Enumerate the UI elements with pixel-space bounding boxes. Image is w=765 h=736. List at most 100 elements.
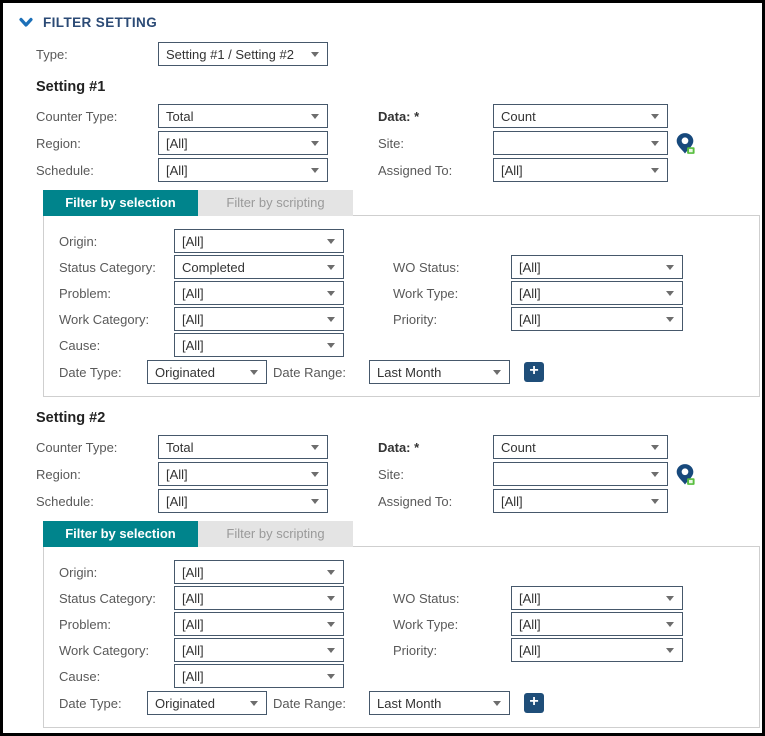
date-row: Date Type: Originated Date Range: Last M… — [44, 691, 759, 715]
dropdown-arrow-icon — [327, 674, 335, 679]
date-range-select[interactable]: Last Month — [369, 360, 510, 384]
dropdown-arrow-icon — [327, 265, 335, 270]
status-category-select[interactable]: Completed — [174, 255, 344, 279]
add-date-filter-button[interactable]: + — [524, 693, 544, 713]
dropdown-arrow-icon — [666, 265, 674, 270]
dropdown-arrow-icon — [250, 701, 258, 706]
cause-row: Cause: [All] — [44, 333, 759, 357]
site-label: Site: — [378, 466, 405, 482]
dropdown-arrow-icon — [311, 445, 319, 450]
problem-label: Problem: — [59, 285, 112, 301]
region-site-row: Region: [All] Site: — [36, 462, 762, 486]
type-select[interactable]: Setting #1 / Setting #2 — [158, 42, 328, 66]
dropdown-arrow-icon — [651, 499, 659, 504]
assigned-to-label: Assigned To: — [378, 162, 453, 178]
filter-by-selection-panel: Origin: [All] Status Category: [All] WO … — [43, 546, 760, 728]
origin-row: Origin: [All] — [44, 560, 759, 584]
assigned-to-select[interactable]: [All] — [493, 158, 668, 182]
wo-status-select[interactable]: [All] — [511, 586, 683, 610]
dropdown-arrow-icon — [327, 570, 335, 575]
dropdown-arrow-icon — [651, 114, 659, 119]
status-category-label: Status Category: — [59, 259, 156, 275]
wo-status-select[interactable]: [All] — [511, 255, 683, 279]
dropdown-arrow-icon — [311, 168, 319, 173]
dropdown-arrow-icon — [311, 499, 319, 504]
region-select[interactable]: [All] — [158, 131, 328, 155]
date-range-label: Date Range: — [273, 364, 346, 380]
tab-filter-by-selection[interactable]: Filter by selection — [43, 190, 198, 216]
origin-label: Origin: — [59, 233, 98, 249]
work-category-label: Work Category: — [59, 642, 150, 658]
region-select[interactable]: [All] — [158, 462, 328, 486]
tab-filter-by-scripting[interactable]: Filter by scripting — [198, 521, 353, 547]
site-select[interactable] — [493, 131, 668, 155]
add-date-filter-button[interactable]: + — [524, 362, 544, 382]
data-select[interactable]: Count — [493, 104, 668, 128]
dropdown-arrow-icon — [651, 445, 659, 450]
dropdown-arrow-icon — [311, 472, 319, 477]
priority-label: Priority: — [393, 311, 438, 327]
filter-setting-window: FILTER SETTING Type: Setting #1 / Settin… — [0, 0, 765, 736]
region-label: Region: — [36, 466, 81, 482]
tab-filter-by-selection[interactable]: Filter by selection — [43, 521, 198, 547]
problem-select[interactable]: [All] — [174, 612, 344, 636]
cause-label: Cause: — [59, 337, 101, 353]
collapse-chevron-icon[interactable] — [19, 17, 35, 28]
work-category-row: Work Category: [All] Priority: [All] — [44, 638, 759, 662]
counter-type-select[interactable]: Total — [158, 435, 328, 459]
priority-select[interactable]: [All] — [511, 307, 683, 331]
filter-by-selection-panel: Origin: [All] Status Category: Completed… — [43, 215, 760, 397]
dropdown-arrow-icon — [327, 596, 335, 601]
date-type-select[interactable]: Originated — [147, 691, 267, 715]
setting-2-heading: Setting #2 — [36, 410, 106, 426]
date-row: Date Type: Originated Date Range: Last M… — [44, 360, 759, 384]
site-map-pin-icon[interactable] — [675, 132, 695, 155]
assigned-to-select[interactable]: [All] — [493, 489, 668, 513]
dropdown-arrow-icon — [666, 622, 674, 627]
date-type-select[interactable]: Originated — [147, 360, 267, 384]
cause-select[interactable]: [All] — [174, 664, 344, 688]
status-category-row: Status Category: Completed WO Status: [A… — [44, 255, 759, 279]
schedule-select[interactable]: [All] — [158, 158, 328, 182]
filter-tabs: Filter by selection Filter by scripting — [43, 190, 762, 216]
origin-row: Origin: [All] — [44, 229, 759, 253]
dropdown-arrow-icon — [666, 317, 674, 322]
dropdown-arrow-icon — [493, 370, 501, 375]
problem-label: Problem: — [59, 616, 112, 632]
data-select[interactable]: Count — [493, 435, 668, 459]
counter-type-label: Counter Type: — [36, 439, 118, 455]
schedule-select[interactable]: [All] — [158, 489, 328, 513]
dropdown-arrow-icon — [311, 114, 319, 119]
work-type-label: Work Type: — [393, 285, 459, 301]
filter-tabs: Filter by selection Filter by scripting — [43, 521, 762, 547]
status-category-select[interactable]: [All] — [174, 586, 344, 610]
origin-select[interactable]: [All] — [174, 229, 344, 253]
problem-select[interactable]: [All] — [174, 281, 344, 305]
cause-select[interactable]: [All] — [174, 333, 344, 357]
work-category-row: Work Category: [All] Priority: [All] — [44, 307, 759, 331]
work-type-label: Work Type: — [393, 616, 459, 632]
tab-filter-by-scripting[interactable]: Filter by scripting — [198, 190, 353, 216]
origin-label: Origin: — [59, 564, 98, 580]
data-label: Data: * — [378, 439, 420, 455]
counter-type-select[interactable]: Total — [158, 104, 328, 128]
panel-title: FILTER SETTING — [43, 15, 158, 30]
date-type-label: Date Type: — [59, 695, 122, 711]
date-range-select[interactable]: Last Month — [369, 691, 510, 715]
dropdown-arrow-icon — [651, 168, 659, 173]
site-select[interactable] — [493, 462, 668, 486]
site-label: Site: — [378, 135, 405, 151]
dropdown-arrow-icon — [327, 291, 335, 296]
setting-1-section: Setting #1 Counter Type: Total Data: * C… — [3, 79, 762, 397]
work-type-select[interactable]: [All] — [511, 612, 683, 636]
priority-select[interactable]: [All] — [511, 638, 683, 662]
work-category-label: Work Category: — [59, 311, 150, 327]
site-map-pin-icon[interactable] — [675, 463, 695, 486]
assigned-to-label: Assigned To: — [378, 493, 453, 509]
work-category-select[interactable]: [All] — [174, 307, 344, 331]
work-type-select[interactable]: [All] — [511, 281, 683, 305]
dropdown-arrow-icon — [666, 291, 674, 296]
work-category-select[interactable]: [All] — [174, 638, 344, 662]
origin-select[interactable]: [All] — [174, 560, 344, 584]
schedule-assigned-row: Schedule: [All] Assigned To: [All] — [36, 158, 762, 182]
